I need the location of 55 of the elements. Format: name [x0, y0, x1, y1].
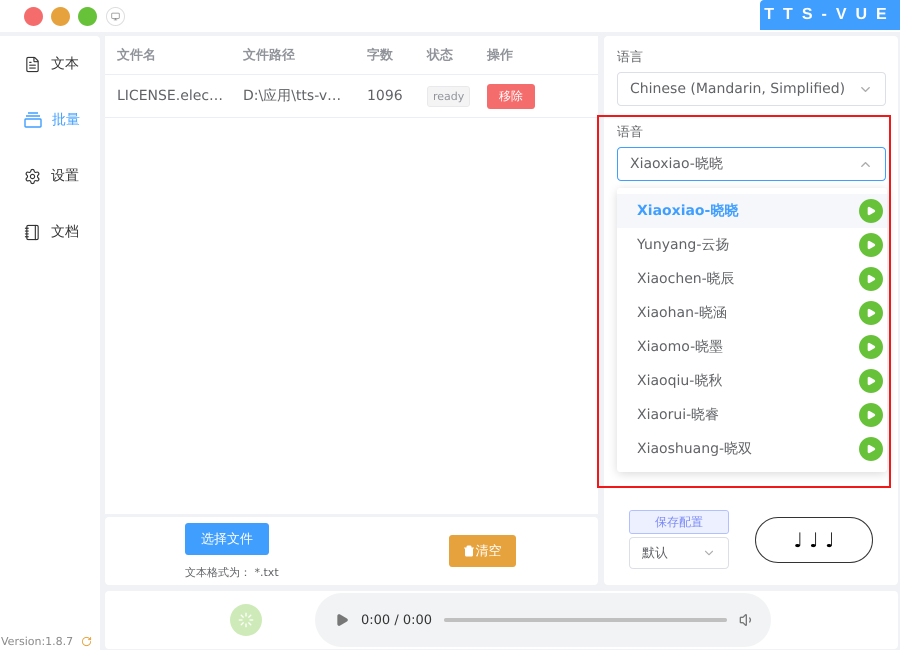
loading-icon [230, 604, 262, 636]
play-icon[interactable] [859, 403, 883, 427]
notebook-icon [24, 224, 41, 240]
voice-select[interactable]: Xiaoxiao-晓晓 [617, 147, 886, 181]
column-header: 文件名 [117, 46, 157, 64]
column-header: 状态 [427, 47, 454, 64]
voice-option[interactable]: Xiaomo-晓墨 [617, 330, 887, 364]
language-label: 语言 [617, 49, 644, 66]
format-hint: 文本格式为： *.txt [185, 564, 279, 580]
column-header: 字数 [367, 46, 394, 64]
close-button[interactable] [24, 6, 43, 26]
monitor-icon [111, 12, 120, 20]
voice-label: 语音 [617, 124, 644, 141]
voice-option[interactable]: Yunyang-云扬 [617, 228, 887, 262]
play-icon[interactable] [859, 369, 883, 393]
table-cell-text: LICENSE.elec… [117, 88, 224, 104]
column-header: 操作 [487, 47, 514, 64]
play-icon[interactable] [335, 613, 349, 627]
play-icon[interactable] [859, 437, 883, 461]
progress-track[interactable] [444, 618, 727, 622]
settings-icon [24, 168, 41, 184]
voice-option[interactable]: Xiaohan-晓涵 [617, 296, 887, 330]
app-title: TTS-VUE [760, 0, 900, 30]
sidebar-label: 批量 [52, 111, 80, 129]
minimize-button[interactable] [51, 6, 70, 26]
play-button[interactable]: ♩ ♩ ♩ [755, 516, 873, 562]
sidebar-item[interactable]: 文档 [0, 204, 100, 260]
table-cell-text: D:\应用\tts-v… [243, 87, 342, 105]
voice-option[interactable]: Xiaochen-晓辰 [617, 262, 887, 296]
trash-icon [462, 545, 475, 557]
sidebar-label: 文本 [51, 55, 79, 73]
version-text: Version:1.8.7 [1, 635, 74, 648]
voice-option[interactable]: Xiaoqiu-晓秋 [617, 364, 887, 398]
document-icon [24, 56, 41, 72]
voice-option[interactable]: Xiaorui-晓睿 [617, 398, 887, 432]
language-select[interactable]: Chinese (Mandarin, Simplified) [617, 72, 886, 106]
status-tag: ready [427, 86, 470, 106]
sidebar-item[interactable]: 设置 [0, 148, 100, 204]
play-icon[interactable] [859, 199, 883, 223]
tray-icon [24, 112, 42, 128]
play-icon[interactable] [859, 335, 883, 359]
play-icon[interactable] [859, 233, 883, 257]
time-text: 0:00 / 0:00 [361, 612, 432, 628]
sidebar-label: 文档 [51, 223, 79, 241]
refresh-icon[interactable] [81, 636, 92, 647]
play-icon[interactable] [859, 267, 883, 291]
voice-option[interactable]: Xiaoshuang-晓双 [617, 432, 887, 466]
monitor-button[interactable] [106, 6, 125, 26]
maximize-button[interactable] [78, 6, 97, 26]
table-cell-text: 1096 [367, 88, 404, 104]
preset-select[interactable]: 默认 [629, 537, 729, 569]
sidebar-item[interactable]: 文本 [0, 36, 100, 92]
column-header: 文件路径 [243, 46, 296, 64]
play-icon[interactable] [859, 301, 883, 325]
sidebar-label: 设置 [51, 167, 79, 185]
